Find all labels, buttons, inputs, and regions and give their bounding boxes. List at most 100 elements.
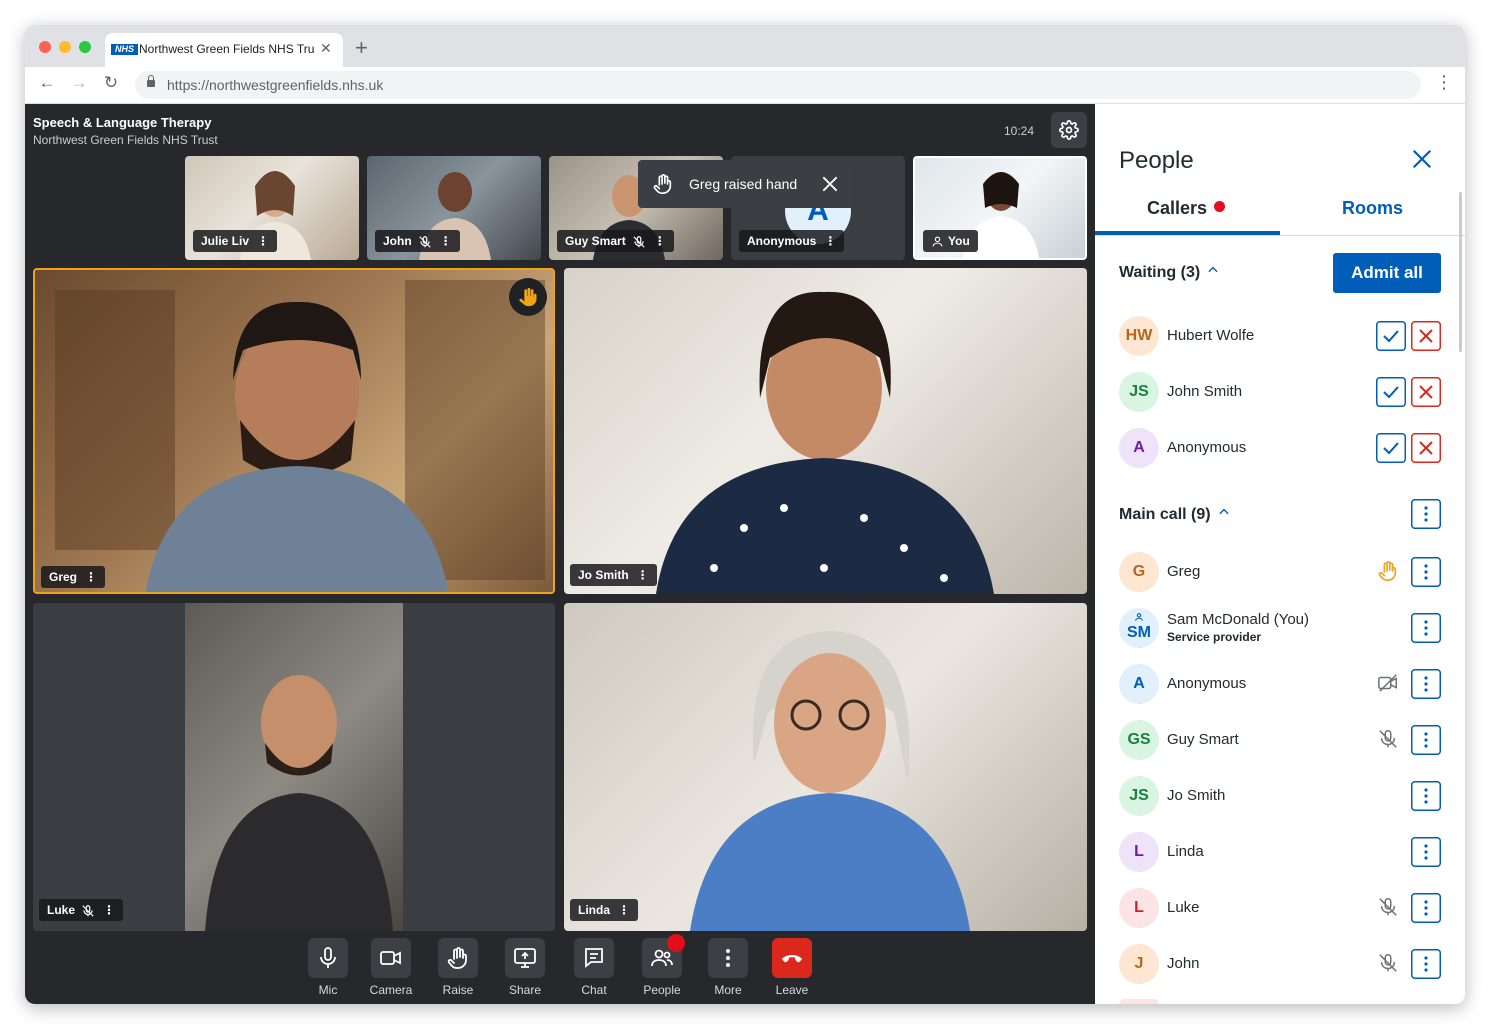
share-control[interactable]: Share: [499, 938, 551, 997]
forward-arrow-icon[interactable]: →: [69, 73, 89, 93]
raise-control[interactable]: Raise: [432, 938, 484, 997]
participant-video: [185, 603, 403, 931]
toast-message: Greg raised hand: [689, 176, 798, 192]
settings-button[interactable]: [1051, 112, 1087, 148]
more-options-icon[interactable]: ⋮: [103, 899, 115, 921]
chat-label: Chat: [581, 983, 607, 997]
admit-button[interactable]: [1376, 377, 1406, 407]
participant-label: Linda ⋮: [570, 899, 638, 921]
reject-button[interactable]: [1411, 433, 1441, 463]
waiting-section-heading[interactable]: Waiting (3): [1119, 263, 1220, 282]
more-options-icon[interactable]: ⋮: [85, 566, 97, 588]
panel-scrollbar[interactable]: [1459, 192, 1462, 352]
waiting-person-row: JS John Smith: [1119, 372, 1441, 412]
reject-button[interactable]: [1411, 377, 1441, 407]
participant-video-silhouette: [690, 631, 970, 931]
tab-rooms[interactable]: Rooms: [1342, 198, 1403, 219]
mic-control[interactable]: Mic: [302, 938, 354, 997]
more-options-icon[interactable]: ⋮: [257, 230, 269, 252]
participant-name: Jo Smith: [578, 568, 629, 582]
admit-button[interactable]: [1376, 433, 1406, 463]
camera-off-icon: [1378, 674, 1397, 692]
close-icon[interactable]: [820, 174, 840, 194]
close-icon: [1411, 321, 1441, 351]
person-icon: [1135, 613, 1143, 621]
admit-all-button[interactable]: Admit all: [1333, 253, 1441, 293]
close-panel-icon[interactable]: [1411, 148, 1433, 170]
minimize-window-button[interactable]: [59, 41, 71, 53]
person-options-button[interactable]: [1411, 781, 1441, 811]
main-call-options-button[interactable]: [1411, 499, 1441, 529]
thumbnail-julie-liv[interactable]: Julie Liv ⋮: [185, 156, 359, 260]
check-icon: [1376, 433, 1406, 463]
person-options-button[interactable]: [1411, 725, 1441, 755]
main-call-section-heading[interactable]: Main call (9): [1119, 505, 1231, 524]
more-options-icon[interactable]: ⋮: [654, 230, 666, 252]
participant-label: Greg ⋮: [41, 566, 106, 588]
hand-raised-badge: [509, 278, 547, 316]
tab-callers[interactable]: Callers: [1147, 198, 1226, 219]
participant-name: Julie Liv: [201, 234, 250, 248]
video-tile-luke[interactable]: Luke ⋮: [33, 603, 555, 931]
person-options-button[interactable]: [1411, 613, 1441, 643]
url-field[interactable]: https://northwestgreenfields.nhs.uk: [135, 71, 1421, 99]
participant-name: You: [948, 234, 970, 248]
camera-control[interactable]: Camera: [365, 938, 417, 997]
waiting-person-row: A Anonymous: [1119, 428, 1441, 468]
participant-label: Anonymous ⋮: [739, 230, 845, 252]
people-button[interactable]: [642, 934, 685, 978]
video-tile-linda[interactable]: Linda ⋮: [564, 603, 1087, 931]
avatar: L: [1119, 888, 1159, 928]
more-options-icon[interactable]: ⋮: [637, 564, 649, 586]
hand-icon: [447, 947, 467, 969]
mic-button[interactable]: [308, 938, 348, 978]
reject-button[interactable]: [1411, 321, 1441, 351]
more-options-icon[interactable]: ⋮: [824, 230, 836, 252]
person-name: Jo Smith: [1167, 787, 1226, 804]
more-button[interactable]: [708, 938, 748, 978]
video-tile-jo-smith[interactable]: Jo Smith ⋮: [564, 268, 1087, 594]
person-options-button[interactable]: [1411, 557, 1441, 587]
person-options-button[interactable]: [1411, 949, 1441, 979]
main-call-person-row: G Greg: [1119, 552, 1441, 592]
more-options-icon[interactable]: ⋮: [440, 230, 452, 252]
browser-tab[interactable]: NHS Northwest Green Fields NHS Trust ✕: [105, 33, 343, 67]
video-call-app: Speech & Language Therapy Northwest Gree…: [25, 104, 1465, 1004]
maximize-window-button[interactable]: [79, 41, 91, 53]
tab-title: Northwest Green Fields NHS Trust: [139, 42, 315, 56]
mic-off-icon: [82, 904, 94, 917]
new-tab-button[interactable]: +: [355, 35, 368, 61]
tab-close-icon[interactable]: ✕: [320, 40, 332, 57]
leave-control[interactable]: Leave: [766, 938, 818, 997]
thumbnail-john[interactable]: John ⋮: [367, 156, 541, 260]
participant-video-silhouette: [656, 291, 994, 594]
leave-button[interactable]: [772, 938, 812, 978]
person-options-button[interactable]: [1411, 669, 1441, 699]
back-arrow-icon[interactable]: ←: [37, 73, 57, 93]
raise-hand-button[interactable]: [438, 938, 478, 978]
meeting-subtitle: Northwest Green Fields NHS Trust: [33, 133, 218, 147]
people-panel: People Callers Rooms Waiting (3) Admit a…: [1095, 104, 1465, 1004]
person-name: Anonymous: [1167, 675, 1247, 692]
camera-button[interactable]: [371, 938, 411, 978]
video-tile-greg[interactable]: Greg ⋮: [33, 268, 555, 594]
hand-raised-icon: [1378, 561, 1397, 581]
participant-label: Guy Smart ⋮: [557, 230, 674, 252]
more-options-icon[interactable]: ⋮: [618, 899, 630, 921]
avatar: A: [1119, 428, 1159, 468]
chat-button[interactable]: [574, 938, 614, 978]
avatar: SM: [1119, 608, 1159, 648]
person-options-button[interactable]: [1411, 837, 1441, 867]
thumbnail-self[interactable]: You: [913, 156, 1087, 260]
mic-icon: [320, 947, 336, 968]
chat-control[interactable]: Chat: [568, 938, 620, 997]
more-vertical-icon: [726, 949, 730, 967]
person-options-button[interactable]: [1411, 893, 1441, 923]
browser-menu-icon[interactable]: ⋮: [1435, 72, 1453, 93]
close-window-button[interactable]: [39, 41, 51, 53]
people-control[interactable]: People: [636, 934, 688, 997]
admit-button[interactable]: [1376, 321, 1406, 351]
reload-icon[interactable]: ↻: [101, 73, 121, 93]
share-screen-button[interactable]: [505, 938, 545, 978]
more-control[interactable]: More: [702, 938, 754, 997]
